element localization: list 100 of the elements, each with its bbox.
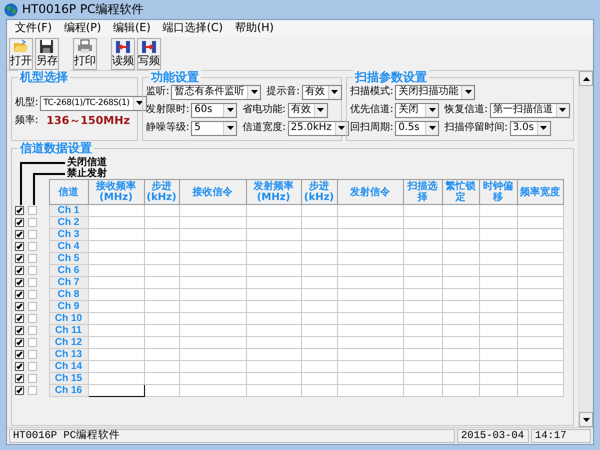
dropdown-arrow-icon (226, 108, 234, 112)
checkbox[interactable] (15, 302, 24, 311)
dropdown-arrow-icon (226, 126, 234, 130)
checkbox[interactable] (15, 242, 24, 251)
table-cell[interactable] (88, 384, 144, 396)
status-pane: 14:17 (531, 429, 591, 443)
dropdown-arrow-icon (317, 108, 324, 112)
checkbox[interactable] (15, 314, 24, 323)
checkbox[interactable] (15, 362, 24, 371)
column-header: 发射频率 (MHz) (246, 180, 301, 204)
toolbar-button[interactable]: 读频 (111, 38, 135, 70)
checkbox[interactable] (28, 374, 37, 383)
checkbox[interactable] (15, 254, 24, 263)
checkbox[interactable] (15, 218, 24, 227)
dropdown[interactable]: 0.5s (395, 120, 440, 136)
printer-icon (77, 39, 93, 54)
dropdown[interactable]: 5 (191, 120, 238, 136)
arrows-icon (115, 39, 131, 54)
checkbox[interactable] (28, 242, 37, 251)
dropdown[interactable]: 3.0s (510, 120, 551, 136)
column-header: 扫描选择 (403, 180, 442, 204)
window-title: HT0016P PC编程软件 (22, 2, 144, 17)
toolbar-button[interactable]: 打开 (9, 38, 33, 70)
field-label: 省电功能: (242, 104, 286, 116)
menu-item[interactable]: 端口选择(C) (156, 20, 229, 37)
column-header: 发射信令 (337, 180, 403, 204)
scroll-up-button[interactable] (579, 71, 593, 86)
group-title: 机型选择 (18, 70, 70, 84)
checkbox[interactable] (28, 362, 37, 371)
checkbox[interactable] (28, 206, 37, 215)
floppy-icon (39, 39, 55, 54)
checkbox[interactable] (28, 314, 37, 323)
group-title: 功能设置 (149, 70, 201, 84)
checkbox[interactable] (15, 230, 24, 239)
dropdown-arrow-icon (331, 90, 338, 94)
dropdown-arrow-icon (428, 126, 436, 130)
field-label: 信道宽度: (242, 122, 286, 134)
checkbox[interactable] (15, 206, 24, 215)
menu-item[interactable]: 帮助(H) (228, 20, 280, 37)
checkbox[interactable] (15, 386, 24, 395)
checkbox[interactable] (28, 278, 37, 287)
checkbox[interactable] (28, 386, 37, 395)
menu-item[interactable]: 编辑(E) (107, 20, 157, 37)
field-label: 机型: (15, 97, 38, 109)
field-label: 频率: (15, 115, 38, 127)
field-label: 监听: (146, 86, 170, 98)
scroll-down-button[interactable] (579, 412, 593, 427)
toolbar-button[interactable]: 另存 (35, 38, 59, 70)
dropdown-arrow-icon (428, 108, 436, 112)
up-arrow-icon (582, 76, 590, 80)
group-title: 扫描参数设置 (353, 70, 429, 84)
checkbox[interactable] (28, 350, 37, 359)
legend-label: 关闭信道 (67, 157, 107, 168)
dropdown-arrow-icon (338, 126, 346, 130)
dropdown[interactable]: 有效 (302, 84, 342, 100)
dropdown[interactable]: 关闭扫描功能 (395, 84, 476, 100)
column-header: 接收信令 (179, 180, 246, 204)
toolbar-button[interactable]: 写频 (137, 38, 161, 70)
checkbox[interactable] (28, 338, 37, 347)
checkbox[interactable] (15, 266, 24, 275)
checkbox[interactable] (28, 302, 37, 311)
field-label: 扫描模式: (350, 86, 394, 98)
arrows-icon (141, 39, 157, 54)
checkbox[interactable] (28, 254, 37, 263)
toolbar-button[interactable]: 打印 (73, 38, 97, 70)
legend-label: 禁止发射 (67, 168, 107, 179)
dropdown[interactable]: 有效 (288, 102, 328, 118)
status-pane: 2015-03-04 (457, 429, 529, 443)
field-label: 发射限时: (146, 104, 190, 116)
checkbox[interactable] (28, 326, 37, 335)
field-label: 优先信道: (350, 104, 394, 116)
checkbox[interactable] (15, 374, 24, 383)
checkbox[interactable] (28, 290, 37, 299)
dropdown[interactable]: 25.0kHz (288, 120, 349, 136)
field-label: 扫描停留时间: (444, 122, 508, 134)
field-label: 回扫周期: (350, 122, 394, 134)
menu-item[interactable]: 编程(P) (58, 20, 108, 37)
dropdown[interactable]: 暂态有条件监听 (171, 84, 262, 100)
menu-item[interactable]: 文件(F) (9, 20, 58, 37)
checkbox[interactable] (15, 290, 24, 299)
dropdown[interactable]: 第一扫描信道 (490, 102, 570, 118)
checkbox[interactable] (15, 278, 24, 287)
checkbox[interactable] (28, 218, 37, 227)
dropdown[interactable]: 关闭 (395, 102, 440, 118)
field-label: 恢复信道: (444, 104, 488, 116)
field-label: 提示音: (266, 86, 300, 98)
folder-icon (13, 39, 29, 54)
globe-icon (4, 2, 18, 16)
checkbox[interactable] (28, 230, 37, 239)
frequency-range: 136～150MHz (46, 114, 130, 128)
checkbox[interactable] (28, 266, 37, 275)
column-header: 频率宽度 (517, 180, 563, 204)
dropdown[interactable]: 60s (191, 102, 238, 118)
checkbox[interactable] (15, 326, 24, 335)
dropdown[interactable]: TC-268(1)/TC-268S(1) (40, 96, 147, 110)
checkbox[interactable] (15, 338, 24, 347)
checkbox[interactable] (15, 350, 24, 359)
column-header: 步进 (kHz) (301, 180, 337, 204)
dropdown-arrow-icon (559, 108, 566, 112)
dropdown-arrow-icon (250, 90, 258, 94)
